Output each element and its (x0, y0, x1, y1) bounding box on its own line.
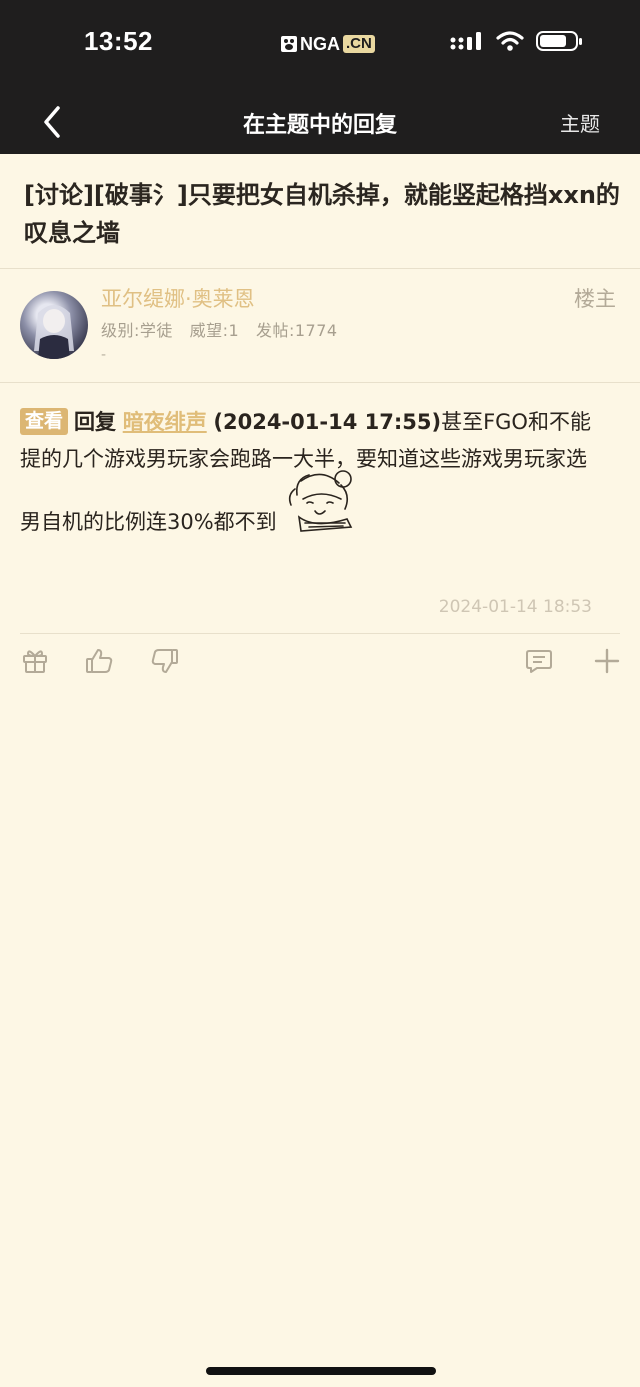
floor-tag: 楼主 (574, 287, 616, 311)
user-stats: 级别:学徒 威望:1 发帖:1774 (101, 321, 338, 340)
paw-logo-icon (281, 36, 297, 52)
gift-icon[interactable] (20, 646, 50, 676)
avatar[interactable] (20, 291, 88, 359)
topic-title: [讨论][破事氵]只要把女自机杀掉，就能竖起格挡xxn的叹息之墙 (24, 181, 620, 247)
nga-logo: NGA .CN (280, 33, 375, 55)
logo-text: NGA (300, 33, 340, 54)
reply-word: 回复 (74, 410, 117, 434)
app-header: 13:52 NGA .CN 在主题中的回复 主题 (0, 0, 640, 154)
comment-icon[interactable] (524, 646, 554, 676)
wifi-icon (496, 31, 524, 51)
thumb-down-icon[interactable] (150, 646, 180, 676)
home-indicator[interactable] (206, 1367, 436, 1375)
plus-icon[interactable] (592, 646, 622, 676)
avatar-figure (34, 305, 74, 359)
post-timestamp: 2024-01-14 18:53 (438, 597, 592, 617)
user-signature: - (101, 347, 107, 363)
page-title: 在主题中的回复 (242, 113, 397, 138)
divider (0, 268, 640, 269)
reply-time: (2024-01-14 17:55) (213, 410, 442, 434)
reply-user-link[interactable]: 暗夜绯声 (123, 410, 207, 434)
content-line-2: 男自机的比例连30%都不到 (20, 510, 277, 534)
divider (0, 382, 640, 383)
signal-icon (450, 32, 481, 50)
divider (20, 633, 620, 634)
thumb-up-icon[interactable] (84, 646, 114, 676)
anime-girl-sticker-icon (289, 470, 353, 532)
logo-suffix: .CN (343, 35, 375, 53)
topic-button[interactable]: 主题 (560, 108, 600, 137)
status-time: 13:52 (84, 26, 153, 56)
username[interactable]: 亚尔缇娜·奥莱恩 (101, 283, 255, 313)
post-content: 查看 回复 暗夜绯声 (2024-01-14 17:55)甚至FGO和不能提的几个… (20, 404, 610, 541)
view-quote-button[interactable]: 查看 (20, 408, 69, 435)
battery-icon (536, 31, 582, 51)
